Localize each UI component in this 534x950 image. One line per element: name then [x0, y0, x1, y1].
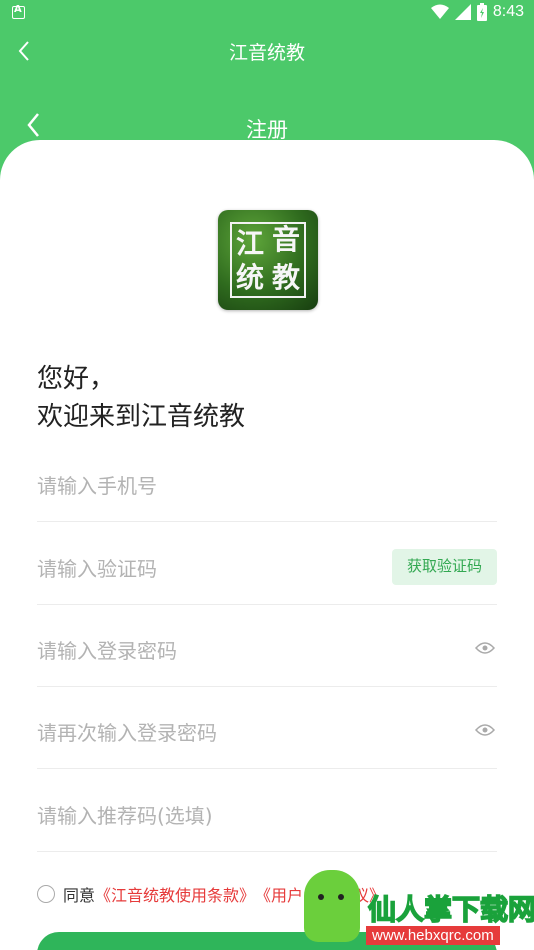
phone-input[interactable]: 请输入手机号 — [37, 470, 157, 499]
agree-prefix: 同意 — [63, 886, 96, 905]
greeting-line-2: 欢迎来到江音统教 — [37, 402, 246, 432]
logo-char: 教 — [272, 261, 301, 294]
eye-icon[interactable] — [475, 723, 495, 737]
referral-input[interactable]: 请输入推荐码(选填) — [37, 800, 213, 829]
register-card: 江 音 统 教 您好， 欢迎来到江音统教 请输入手机号 请输入验证码 获取验证码… — [0, 140, 534, 950]
greeting-line-1: 您好， — [37, 364, 116, 394]
logo-char: 音 — [272, 223, 301, 256]
password-field[interactable]: 请输入登录密码 — [37, 605, 497, 687]
greeting: 您好， 欢迎来到江音统教 — [37, 360, 245, 436]
referral-field[interactable]: 请输入推荐码(选填) — [37, 770, 497, 852]
logo-char: 江 — [236, 227, 265, 260]
status-time: 8:43 — [492, 3, 524, 20]
verification-code-input[interactable]: 请输入验证码 — [37, 553, 157, 582]
watermark: 仙人掌下载网 www.hebxqrc.com — [296, 860, 534, 950]
app-top-bar: 江音统教 — [0, 28, 534, 74]
app-title: 江音统教 — [228, 42, 305, 64]
verification-code-field[interactable]: 请输入验证码 获取验证码 — [37, 523, 497, 605]
phone-field[interactable]: 请输入手机号 — [37, 440, 497, 522]
logo-char: 统 — [236, 261, 265, 294]
password-confirm-input[interactable]: 请再次输入登录密码 — [37, 717, 217, 746]
logo-frame: 江 音 统 教 — [230, 222, 306, 298]
terms-link[interactable]: 《江音统教使用条款》 — [95, 882, 255, 906]
watermark-url: www.hebxqrc.com — [366, 926, 500, 945]
password-confirm-field[interactable]: 请再次输入登录密码 — [37, 687, 497, 769]
cactus-logo-icon — [304, 870, 360, 942]
signal-icon — [454, 4, 471, 20]
password-input[interactable]: 请输入登录密码 — [37, 635, 177, 664]
watermark-text: 仙人掌下载网 — [367, 892, 534, 927]
sim-card-icon — [12, 4, 25, 19]
agree-checkbox[interactable] — [37, 885, 55, 903]
app-logo: 江 音 统 教 — [218, 210, 318, 310]
eye-icon[interactable] — [475, 641, 495, 655]
status-bar: 8:43 — [0, 0, 534, 28]
wifi-icon — [430, 4, 449, 19]
get-code-button[interactable]: 获取验证码 — [392, 549, 497, 585]
status-right: 8:43 — [430, 3, 524, 21]
battery-icon — [476, 3, 487, 21]
